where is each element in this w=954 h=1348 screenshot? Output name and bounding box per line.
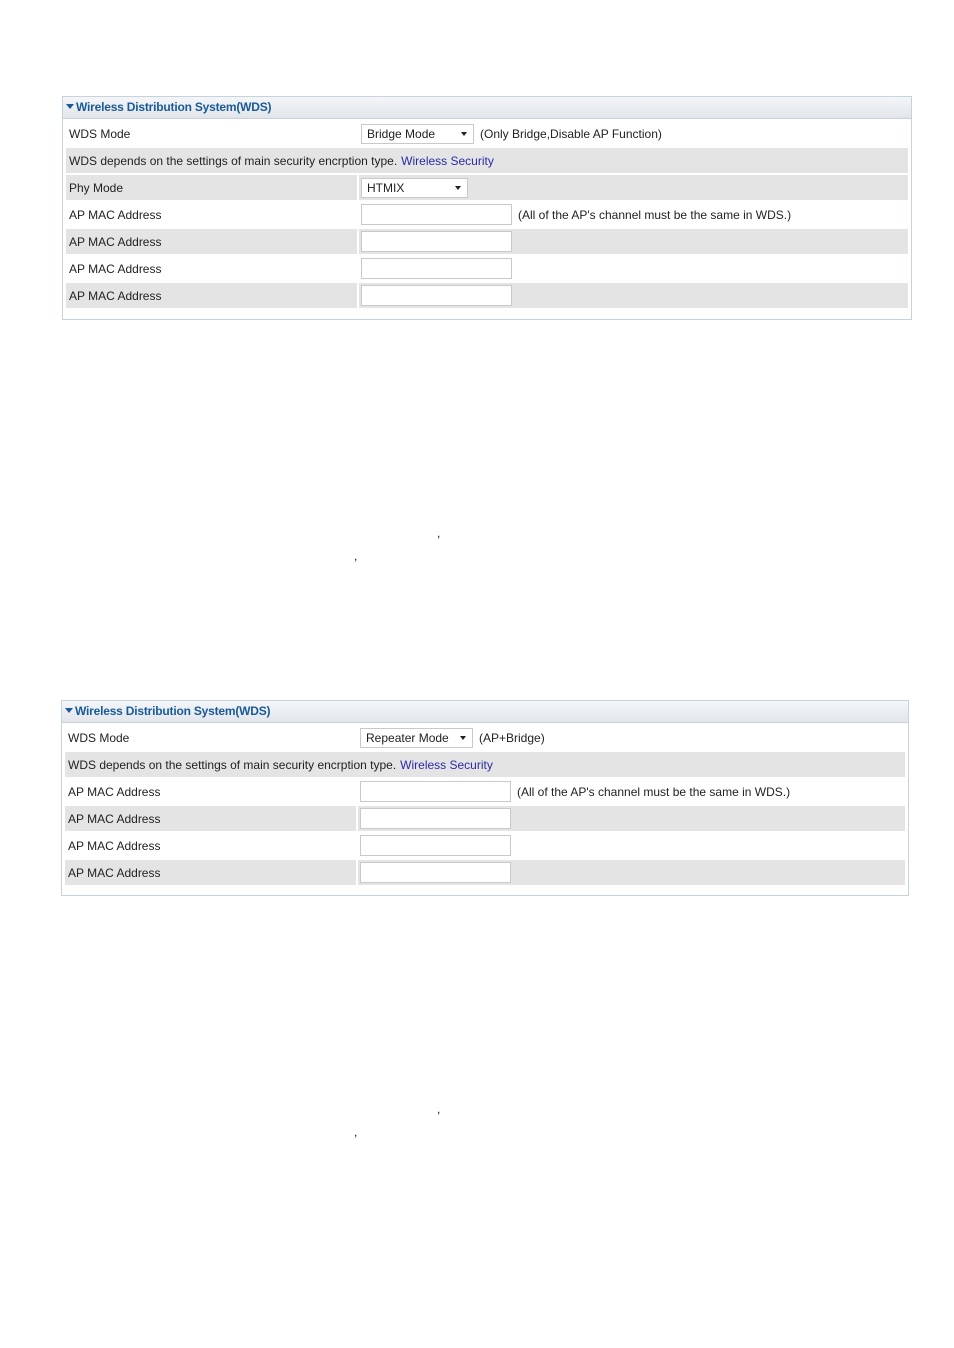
ap-mac-input-1[interactable] <box>361 204 512 225</box>
ap-mac-label: AP MAC Address <box>66 229 359 254</box>
ap-mac-label: AP MAC Address <box>65 806 358 831</box>
panel-title: Wireless Distribution System(WDS) <box>76 100 272 114</box>
wds-mode-selected: Bridge Mode <box>367 126 436 141</box>
ap-mac-label: AP MAC Address <box>69 261 162 276</box>
panel-header[interactable]: Wireless Distribution System(WDS) <box>63 97 911 119</box>
row-security-info: WDS depends on the settings of main secu… <box>65 752 905 777</box>
row-ap-mac-2: AP MAC Address <box>65 806 905 831</box>
collapse-triangle-icon[interactable] <box>65 708 73 713</box>
chevron-down-icon <box>455 185 461 190</box>
row-ap-mac-3: AP MAC Address <box>66 256 908 281</box>
panel-header[interactable]: Wireless Distribution System(WDS) <box>62 701 908 723</box>
ap-mac-input-3[interactable] <box>360 835 511 856</box>
wireless-security-link[interactable]: Wireless Security <box>400 758 493 772</box>
wds-mode-label: WDS Mode <box>69 126 131 141</box>
stray-comma: , <box>354 1125 358 1139</box>
panel-title: Wireless Distribution System(WDS) <box>75 704 271 718</box>
ap-mac-input-2[interactable] <box>361 231 512 252</box>
wds-panel-repeater: Wireless Distribution System(WDS) WDS Mo… <box>61 700 909 896</box>
ap-mac-label: AP MAC Address <box>65 860 358 885</box>
channel-note: (All of the AP's channel must be the sam… <box>518 207 792 222</box>
ap-mac-label: AP MAC Address <box>69 207 162 222</box>
security-info-text: WDS depends on the settings of main secu… <box>68 757 397 772</box>
ap-mac-input-1[interactable] <box>360 781 511 802</box>
ap-mac-input-2[interactable] <box>360 808 511 829</box>
phy-mode-label: Phy Mode <box>66 175 359 200</box>
stray-comma: , <box>354 549 358 563</box>
ap-mac-input-4[interactable] <box>361 285 512 306</box>
stray-comma: , <box>437 526 441 540</box>
row-wds-mode: WDS Mode Bridge Mode (Only Bridge,Disabl… <box>66 121 908 146</box>
row-ap-mac-3: AP MAC Address <box>65 833 905 858</box>
row-phy-mode: Phy Mode HTMIX <box>66 175 908 200</box>
wireless-security-link[interactable]: Wireless Security <box>401 154 494 168</box>
wds-mode-label: WDS Mode <box>68 730 130 745</box>
row-ap-mac-2: AP MAC Address <box>66 229 908 254</box>
collapse-triangle-icon[interactable] <box>66 104 74 109</box>
chevron-down-icon <box>460 735 466 740</box>
row-wds-mode: WDS Mode Repeater Mode (AP+Bridge) <box>65 725 905 750</box>
wds-mode-selected: Repeater Mode <box>366 730 449 745</box>
row-ap-mac-4: AP MAC Address <box>65 860 905 885</box>
chevron-down-icon <box>461 131 467 136</box>
wds-panel-bridge: Wireless Distribution System(WDS) WDS Mo… <box>62 96 912 320</box>
ap-mac-input-4[interactable] <box>360 862 511 883</box>
ap-mac-input-3[interactable] <box>361 258 512 279</box>
wds-mode-note: (Only Bridge,Disable AP Function) <box>480 126 662 141</box>
security-info-text: WDS depends on the settings of main secu… <box>69 153 398 168</box>
ap-mac-label: AP MAC Address <box>66 283 359 308</box>
wds-mode-select[interactable]: Repeater Mode <box>360 727 473 748</box>
ap-mac-label: AP MAC Address <box>68 838 161 853</box>
row-ap-mac-1: AP MAC Address (All of the AP's channel … <box>66 202 908 227</box>
row-ap-mac-1: AP MAC Address (All of the AP's channel … <box>65 779 905 804</box>
channel-note: (All of the AP's channel must be the sam… <box>517 784 791 799</box>
stray-comma: , <box>437 1102 441 1116</box>
wds-mode-select[interactable]: Bridge Mode <box>361 123 474 144</box>
row-security-info: WDS depends on the settings of main secu… <box>66 148 908 173</box>
row-ap-mac-4: AP MAC Address <box>66 283 908 308</box>
wds-mode-note: (AP+Bridge) <box>479 730 545 745</box>
ap-mac-label: AP MAC Address <box>68 784 161 799</box>
phy-mode-select[interactable]: HTMIX <box>361 177 468 198</box>
phy-mode-selected: HTMIX <box>367 180 405 195</box>
